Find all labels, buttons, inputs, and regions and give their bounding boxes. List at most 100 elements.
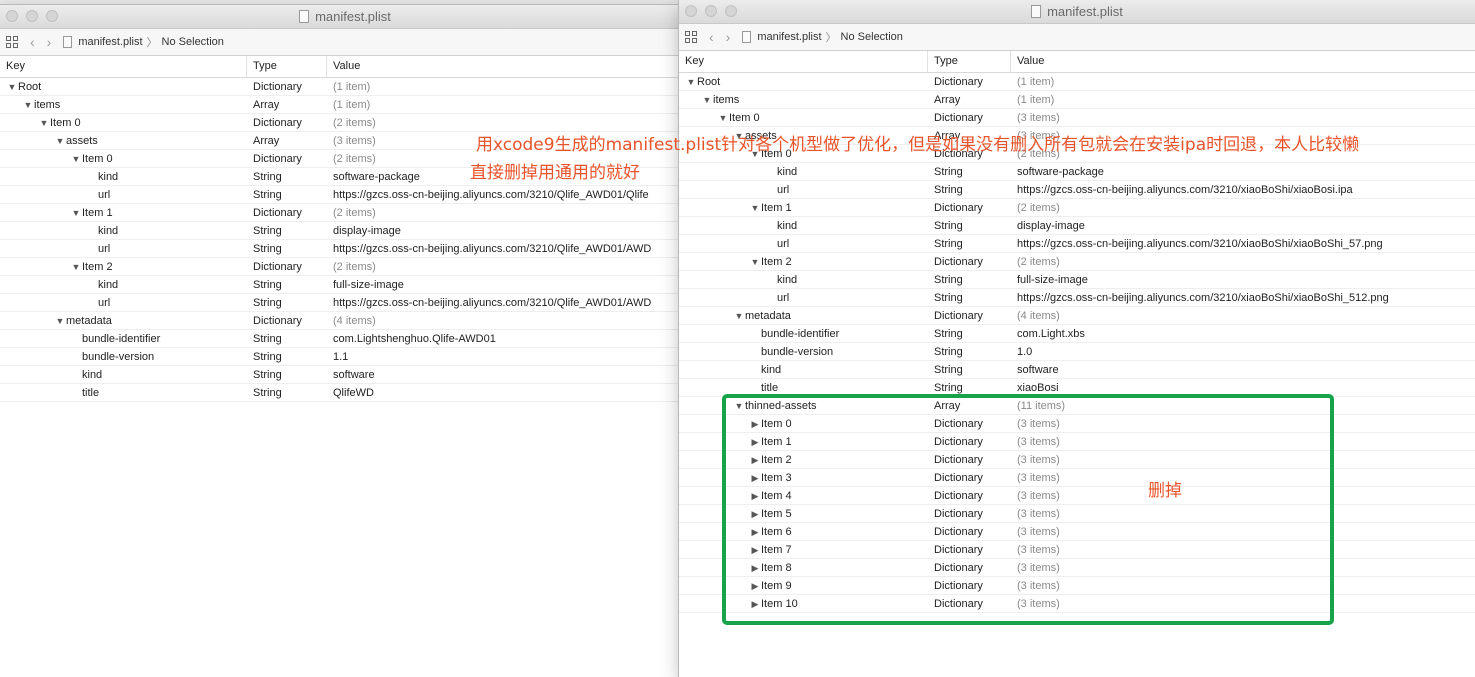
key-cell[interactable]: ▼ Root — [0, 78, 247, 95]
type-cell[interactable]: Dictionary — [928, 109, 1011, 126]
type-cell[interactable]: Dictionary — [247, 114, 327, 131]
key-cell[interactable]: ▼kind — [0, 276, 247, 293]
type-cell[interactable]: String — [247, 348, 327, 365]
value-cell[interactable]: (2 items) — [1011, 199, 1475, 216]
breadcrumb-selection[interactable]: No Selection — [841, 31, 903, 43]
type-cell[interactable]: String — [928, 361, 1011, 378]
key-cell[interactable]: ▼ Item 1 — [679, 199, 928, 216]
value-cell[interactable]: (2 items) — [327, 114, 690, 131]
plist-row[interactable]: ▼bundle-identifierStringcom.Light.xbs — [679, 325, 1475, 343]
plist-row[interactable]: ▼ Item 2 Dictionary (2 items) — [679, 253, 1475, 271]
key-cell[interactable]: ▼ items — [679, 91, 928, 108]
disclosure-expanded-icon[interactable]: ▼ — [6, 78, 18, 95]
plist-row[interactable]: ▼kindStringfull-size-image — [679, 271, 1475, 289]
plist-row[interactable]: ▼kindStringfull-size-image — [0, 276, 690, 294]
key-cell[interactable]: ▼ Item 2 — [679, 253, 928, 270]
type-cell[interactable]: String — [928, 343, 1011, 360]
plist-row[interactable]: ▼kindStringdisplay-image — [679, 217, 1475, 235]
plist-row[interactable]: ▼ Item 1 Dictionary (2 items) — [679, 199, 1475, 217]
back-chevron-icon[interactable]: ‹ — [709, 29, 714, 45]
value-cell[interactable]: full-size-image — [1011, 271, 1475, 288]
value-cell[interactable]: https://gzcs.oss-cn-beijing.aliyuncs.com… — [327, 240, 690, 257]
key-cell[interactable]: ▼ metadata — [0, 312, 247, 329]
key-cell[interactable]: ▼ metadata — [679, 307, 928, 324]
type-column-header[interactable]: Type — [247, 56, 327, 77]
key-cell[interactable]: ▼ Item 0 — [0, 114, 247, 131]
type-column-header[interactable]: Type — [928, 51, 1011, 72]
value-cell[interactable]: software-package — [1011, 163, 1475, 180]
disclosure-expanded-icon[interactable]: ▼ — [70, 204, 82, 221]
plist-row[interactable]: ▼urlStringhttps://gzcs.oss-cn-beijing.al… — [679, 289, 1475, 307]
key-column-header[interactable]: Key — [0, 56, 247, 77]
plist-row[interactable]: ▼ metadata Dictionary (4 items) — [0, 312, 690, 330]
value-cell[interactable]: (4 items) — [1011, 307, 1475, 324]
plist-row[interactable]: ▼titleStringQlifeWD — [0, 384, 690, 402]
type-cell[interactable]: String — [928, 325, 1011, 342]
plist-row[interactable]: ▼ Root Dictionary (1 item) — [679, 73, 1475, 91]
plist-row[interactable]: ▼kindStringsoftware — [679, 361, 1475, 379]
key-cell[interactable]: ▼ Item 0 — [0, 150, 247, 167]
disclosure-expanded-icon[interactable]: ▼ — [22, 96, 34, 113]
key-cell[interactable]: ▼url — [679, 289, 928, 306]
value-cell[interactable]: software — [1011, 361, 1475, 378]
forward-chevron-icon[interactable]: › — [47, 34, 52, 50]
plist-row[interactable]: ▼bundle-versionString1.1 — [0, 348, 690, 366]
key-cell[interactable]: ▼url — [0, 240, 247, 257]
key-cell[interactable]: ▼kind — [0, 366, 247, 383]
value-cell[interactable]: display-image — [1011, 217, 1475, 234]
disclosure-expanded-icon[interactable]: ▼ — [70, 258, 82, 275]
value-cell[interactable]: QlifeWD — [327, 384, 690, 401]
key-cell[interactable]: ▼kind — [679, 271, 928, 288]
plist-row[interactable]: ▼urlStringhttps://gzcs.oss-cn-beijing.al… — [0, 186, 690, 204]
plist-row[interactable]: ▼ items Array (1 item) — [0, 96, 690, 114]
value-cell[interactable]: https://gzcs.oss-cn-beijing.aliyuncs.com… — [327, 186, 690, 203]
disclosure-expanded-icon[interactable]: ▼ — [717, 109, 729, 126]
value-column-header[interactable]: Value — [1011, 51, 1475, 72]
disclosure-expanded-icon[interactable]: ▼ — [38, 114, 50, 131]
type-cell[interactable]: String — [247, 276, 327, 293]
key-cell[interactable]: ▼ Item 0 — [679, 109, 928, 126]
plist-row[interactable]: ▼kindStringdisplay-image — [0, 222, 690, 240]
type-cell[interactable]: String — [247, 384, 327, 401]
key-cell[interactable]: ▼url — [0, 294, 247, 311]
key-cell[interactable]: ▼bundle-identifier — [0, 330, 247, 347]
plist-row[interactable]: ▼ Item 0 Dictionary (3 items) — [679, 109, 1475, 127]
type-cell[interactable]: String — [247, 168, 327, 185]
plist-row[interactable]: ▼bundle-identifierStringcom.Lightshenghu… — [0, 330, 690, 348]
type-cell[interactable]: String — [928, 235, 1011, 252]
key-cell[interactable]: ▼bundle-identifier — [679, 325, 928, 342]
value-cell[interactable]: (1 item) — [327, 78, 690, 95]
value-cell[interactable]: 1.1 — [327, 348, 690, 365]
value-cell[interactable]: (2 items) — [327, 204, 690, 221]
plist-row[interactable]: ▼kindStringsoftware-package — [679, 163, 1475, 181]
value-cell[interactable]: 1.0 — [1011, 343, 1475, 360]
value-cell[interactable]: (1 item) — [1011, 91, 1475, 108]
key-cell[interactable]: ▼bundle-version — [0, 348, 247, 365]
key-cell[interactable]: ▼bundle-version — [679, 343, 928, 360]
type-cell[interactable]: Array — [247, 96, 327, 113]
key-cell[interactable]: ▼kind — [0, 222, 247, 239]
value-cell[interactable]: (2 items) — [327, 258, 690, 275]
forward-chevron-icon[interactable]: › — [726, 29, 731, 45]
value-cell[interactable]: https://gzcs.oss-cn-beijing.aliyuncs.com… — [1011, 289, 1475, 306]
key-cell[interactable]: ▼kind — [679, 217, 928, 234]
type-cell[interactable]: Dictionary — [247, 78, 327, 95]
plist-row[interactable]: ▼ Root Dictionary (1 item) — [0, 78, 690, 96]
type-cell[interactable]: String — [928, 181, 1011, 198]
type-cell[interactable]: String — [247, 240, 327, 257]
value-cell[interactable]: (1 item) — [327, 96, 690, 113]
value-cell[interactable]: https://gzcs.oss-cn-beijing.aliyuncs.com… — [1011, 181, 1475, 198]
type-cell[interactable]: String — [247, 222, 327, 239]
value-cell[interactable]: com.Lightshenghuo.Qlife-AWD01 — [327, 330, 690, 347]
key-cell[interactable]: ▼url — [679, 235, 928, 252]
plist-row[interactable]: ▼bundle-versionString1.0 — [679, 343, 1475, 361]
type-cell[interactable]: String — [928, 289, 1011, 306]
related-items-icon[interactable] — [6, 36, 18, 48]
type-cell[interactable]: String — [928, 163, 1011, 180]
value-column-header[interactable]: Value — [327, 56, 690, 77]
plist-row[interactable]: ▼urlStringhttps://gzcs.oss-cn-beijing.al… — [0, 240, 690, 258]
key-cell[interactable]: ▼ Item 1 — [0, 204, 247, 221]
plist-row[interactable]: ▼ items Array (1 item) — [679, 91, 1475, 109]
disclosure-expanded-icon[interactable]: ▼ — [54, 312, 66, 329]
type-cell[interactable]: Dictionary — [928, 253, 1011, 270]
